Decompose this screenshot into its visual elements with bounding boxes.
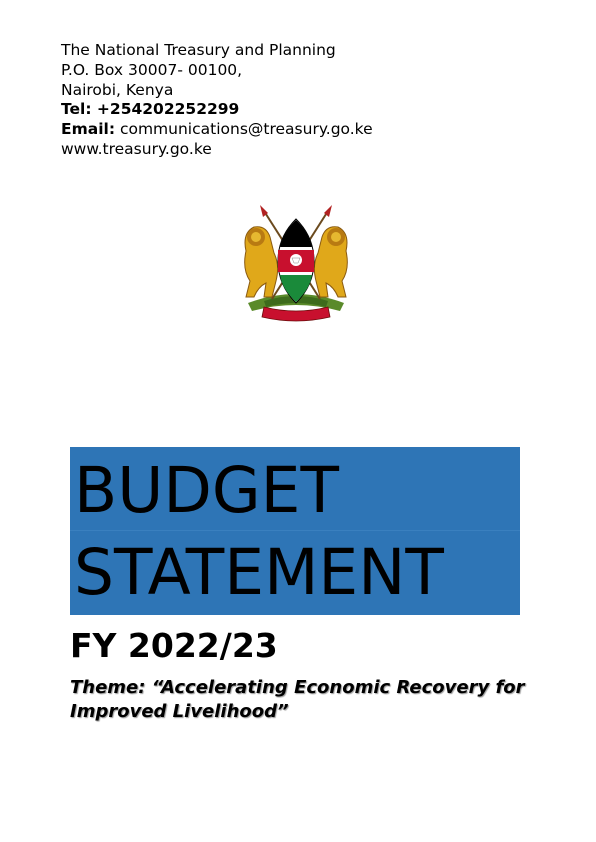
website: www.treasury.go.ke <box>61 139 212 158</box>
city: Nairobi, Kenya <box>61 80 174 99</box>
telephone: Tel: +254202252299 <box>61 100 240 119</box>
org-name: The National Treasury and Planning <box>61 41 336 59</box>
contact-block: The National Treasury and Planning P.O. … <box>61 41 373 160</box>
kenya-coat-of-arms-icon <box>234 203 358 323</box>
theme-text: Theme: “Accelerating Economic Recovery f… <box>70 677 525 722</box>
title-banner-line1: BUDGET <box>70 447 520 530</box>
title-banner-line2: STATEMENT <box>70 530 520 615</box>
email-line: Email: communications@treasury.go.ke <box>61 120 373 140</box>
title-statement: STATEMENT <box>74 536 444 609</box>
email-value: communications@treasury.go.ke <box>115 120 373 139</box>
email-label: Email: <box>61 120 116 139</box>
fiscal-year: FY 2022/23 <box>70 626 278 665</box>
po-box: P.O. Box 30007- 00100, <box>61 60 243 79</box>
title-budget: BUDGET <box>74 454 339 527</box>
